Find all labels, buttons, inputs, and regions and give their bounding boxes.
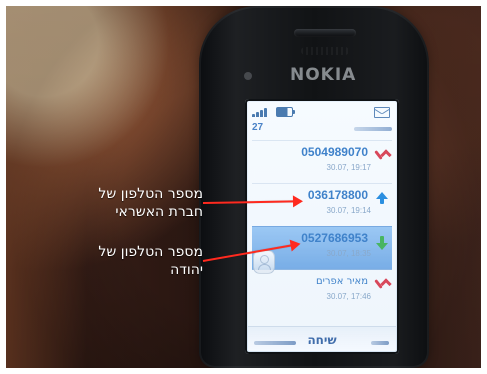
call-entry-number: 0527686953 (301, 231, 368, 245)
front-sensor (244, 72, 252, 80)
received-call-icon (375, 235, 389, 250)
status-bar (252, 105, 392, 123)
call-entry-name: מאיר אפרים (316, 276, 368, 287)
header-title-blur (354, 127, 392, 131)
call-entry-2[interactable]: 036178800 30.07, 19:14 (252, 183, 392, 226)
signal-bars-icon (252, 107, 268, 117)
call-entry-time: 30.07, 17:46 (326, 292, 371, 301)
yehuda-label-line1: מספר הטלפון של (98, 244, 203, 260)
speaker-grille (301, 47, 349, 55)
photo-frame: NOKIA 27 0504989070 30.07, 19:17 0361788… (6, 6, 481, 368)
call-log-header: 27 (252, 122, 392, 135)
mail-icon (374, 107, 390, 118)
screenshot-canvas: NOKIA 27 0504989070 30.07, 19:17 0361788… (0, 0, 487, 374)
softkey-bar: שיחה (248, 326, 396, 351)
earpiece-speaker (294, 29, 356, 37)
nokia-phone: NOKIA 27 0504989070 30.07, 19:17 0361788… (199, 6, 429, 368)
call-entry-time: 30.07, 19:14 (326, 206, 371, 215)
battery-icon (276, 107, 295, 117)
right-softkey[interactable] (371, 341, 389, 345)
missed-call-icon (375, 278, 389, 292)
contact-photo-icon (253, 250, 275, 274)
credit-company-label: מספר הטלפון של חברת האשראי (53, 185, 203, 221)
credit-company-label-line1: מספר הטלפון של (98, 186, 203, 202)
phone-screen: 27 0504989070 30.07, 19:17 036178800 30.… (248, 102, 396, 351)
call-entry-time: 30.07, 18:35 (326, 249, 371, 258)
call-entry-number: 0504989070 (301, 145, 368, 159)
yehuda-label: מספר הטלפון של יהודה (53, 243, 203, 279)
missed-call-icon (375, 149, 389, 163)
call-entry-1[interactable]: 0504989070 30.07, 19:17 (252, 140, 392, 183)
call-log-list: 0504989070 30.07, 19:17 036178800 30.07,… (252, 140, 392, 317)
phone-screen-bezel: 27 0504989070 30.07, 19:17 036178800 30.… (245, 99, 399, 354)
credit-company-label-line2: חברת האשראי (115, 204, 203, 220)
call-entry-time: 30.07, 19:17 (326, 163, 371, 172)
call-count: 27 (252, 122, 264, 133)
yehuda-label-line2: יהודה (170, 262, 203, 278)
dialed-call-icon (375, 192, 389, 206)
call-softkey[interactable]: שיחה (290, 333, 354, 347)
brand-logo: NOKIA (290, 65, 357, 85)
call-entry-4[interactable]: מאיר אפרים 30.07, 17:46 (252, 269, 392, 312)
